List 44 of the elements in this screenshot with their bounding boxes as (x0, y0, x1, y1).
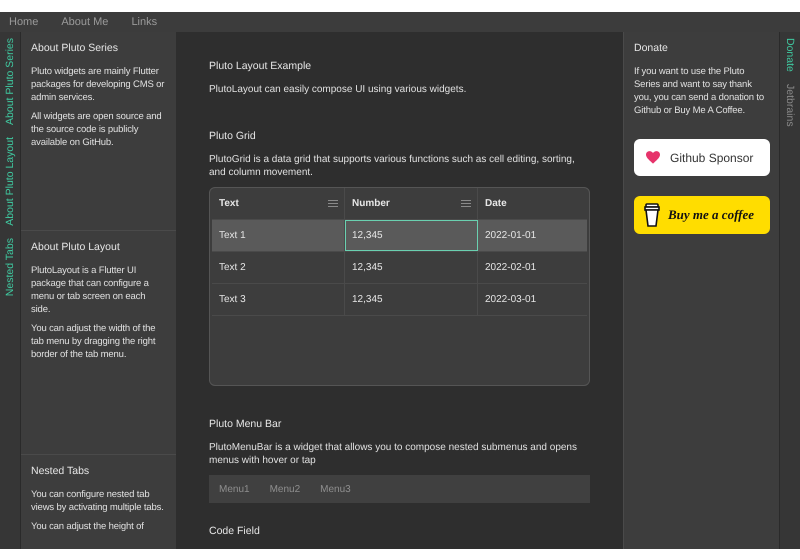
coffee-button[interactable]: Buy me a coffee (634, 196, 770, 234)
menu-item[interactable]: Menu3 (320, 484, 351, 494)
menu-icon[interactable] (461, 200, 471, 207)
side-tab[interactable]: Donate (784, 38, 796, 72)
menu-item[interactable]: Menu2 (270, 484, 300, 494)
cup-icon (644, 203, 660, 227)
section-title: Nested Tabs (31, 465, 90, 477)
paragraph: PlutoLayout is a Flutter UI package that can configure a menu or tab screen on each side. (31, 264, 150, 316)
paragraph: PlutoLayout can easily compose UI using various widgets. (209, 83, 468, 96)
menu-item[interactable]: Links (131, 16, 158, 28)
section-title: About Pluto Layout (31, 241, 121, 253)
paragraph: You can adjust the width of the tab menu by dragging the right border of the tab menu. (31, 322, 156, 361)
menu-item[interactable]: Home (9, 16, 38, 28)
section-title: Pluto Layout Example (209, 60, 312, 72)
paragraph: PlutoMenuBar is a widget that allows you to compose nested submenus and opens menus with hover or tap (209, 441, 578, 467)
paragraph: All widgets are open source and the source code is publicly available on GitHub. (31, 110, 163, 149)
column-label: Date (485, 198, 507, 209)
column-header[interactable]: Text (212, 188, 345, 219)
table-cell[interactable]: 2022-01-01 (478, 220, 587, 251)
paragraph: If you want to use the Pluto Series and want to say thank you, you can send a donation to Github or Buy Me A Coffee. (634, 65, 766, 117)
section-title: Donate (634, 42, 669, 54)
column-header[interactable]: Number (345, 188, 478, 219)
section-title: About Pluto Series (31, 42, 119, 54)
paragraph: PlutoGrid is a data grid that supports various functions such as cell editing, sorting, and column movement. (209, 153, 576, 179)
section-title: Code Field (209, 525, 261, 537)
menu-item[interactable]: About Me (61, 16, 108, 28)
side-tab[interactable]: About Pluto Series (4, 38, 16, 125)
table-cell[interactable]: Text 1 (212, 220, 345, 251)
table-cell[interactable]: 12,345 (345, 220, 478, 251)
menu-item[interactable]: Menu1 (219, 484, 250, 494)
column-header[interactable]: Date (478, 188, 587, 219)
column-label: Text (219, 198, 239, 209)
side-tab[interactable]: Jetbrains (784, 84, 796, 126)
sponsor-button[interactable]: Github Sponsor (634, 139, 770, 176)
heart-icon (646, 151, 660, 164)
section-title: Pluto Menu Bar (209, 418, 282, 430)
column-label: Number (352, 198, 390, 209)
side-tab[interactable]: About Pluto Layout (4, 136, 16, 226)
paragraph: You can configure nested tab views by activating multiple tabs. (31, 488, 165, 514)
side-tab[interactable]: Nested Tabs (4, 238, 16, 296)
section-title: Pluto Grid (209, 130, 257, 142)
paragraph: You can adjust the height of (31, 520, 145, 533)
paragraph: Pluto widgets are mainly Flutter packages for developing CMS or admin services. (31, 65, 166, 104)
menu-icon[interactable] (328, 200, 338, 207)
